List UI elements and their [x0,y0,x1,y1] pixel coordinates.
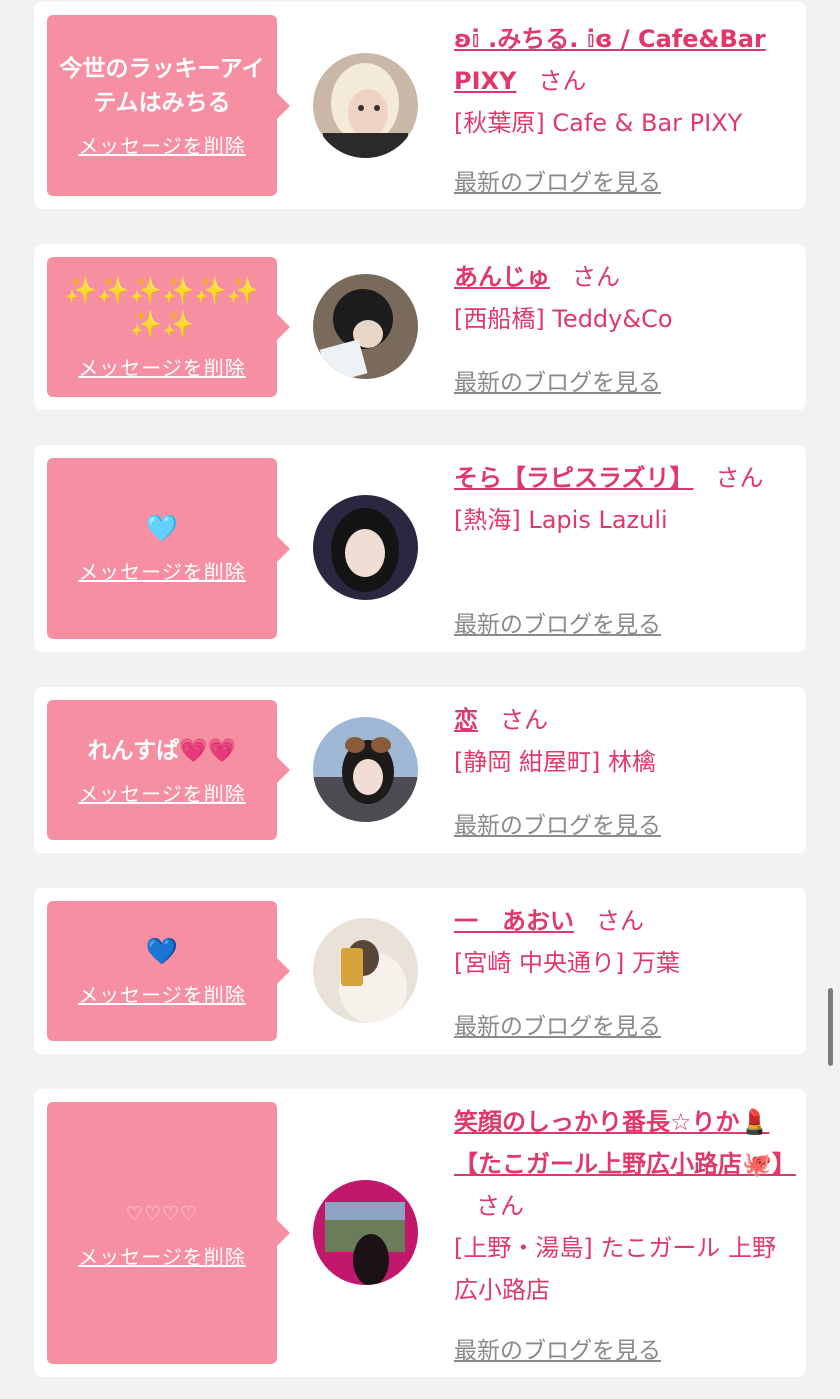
honorific: さん [596,907,644,935]
cast-name-link[interactable]: 笑顔のしっかり番長☆りか💄【たこガール上野広小路店🐙】 [454,1108,796,1178]
cast-info: ʚ𝕚 .みちる. 𝕚ɞ / Cafe&Bar PIXY さん [秋葉原] Cafe… [454,18,790,196]
shop-label: [秋葉原] Cafe & Bar PIXY [454,109,743,137]
shop-label: [静岡 紺屋町] 林檎 [454,748,656,776]
delete-message-link[interactable]: メッセージを削除 [78,979,246,1008]
cast-name-link[interactable]: 恋 [454,706,478,734]
delete-message-link[interactable]: メッセージを削除 [78,556,246,585]
cast-name-link[interactable]: あんじゅ [454,263,550,291]
message-text: ✨✨✨✨✨✨✨✨ [64,275,260,340]
avatar[interactable] [313,53,418,158]
honorific: さん [538,67,587,95]
avatar[interactable] [313,918,418,1023]
message-bubble: 💙 メッセージを削除 [47,901,290,1041]
shop-label: [宮崎 中央通り] 万葉 [454,949,680,977]
honorific: さん [500,706,548,734]
avatar[interactable] [313,717,418,822]
message-bubble: 🩵 メッセージを削除 [47,458,290,639]
avatar[interactable] [313,1180,418,1285]
favorite-card: ♡♡♡♡ メッセージを削除 笑顔のしっかり番長☆りか💄【たこガール上野広小路店🐙… [34,1089,806,1377]
shop-label: [西船橋] Teddy&Co [454,305,673,333]
message-text: 🩵 [145,514,179,544]
favorite-card: ✨✨✨✨✨✨✨✨ メッセージを削除 あんじゅ さん [西船橋] Teddy&Co … [34,244,806,410]
delete-message-link[interactable]: メッセージを削除 [78,1241,246,1270]
message-text: 今世のラッキーアイテムはみちる [59,56,265,116]
message-bubble: ♡♡♡♡ メッセージを削除 [47,1102,290,1364]
cast-info: あんじゅ さん [西船橋] Teddy&Co 最新のブログを見る [454,256,790,396]
cast-info: 一 あおい さん [宮崎 中央通り] 万葉 最新のブログを見る [454,900,790,1040]
cast-info: 笑顔のしっかり番長☆りか💄【たこガール上野広小路店🐙】さん [上野・湯島] たこ… [454,1101,796,1364]
honorific: さん [572,263,620,291]
cast-info: そら【ラピスラズリ】 さん [熱海] Lapis Lazuli 最新のブログを見る [454,457,790,638]
cast-name-link[interactable]: 一 あおい [454,907,574,935]
latest-blog-link[interactable]: 最新のブログを見る [454,1007,661,1041]
message-bubble: 今世のラッキーアイテムはみちる メッセージを削除 [47,15,290,196]
latest-blog-link[interactable]: 最新のブログを見る [454,163,661,197]
cast-info: 恋さん [静岡 紺屋町] 林檎 最新のブログを見る [454,699,790,839]
shop-label: [上野・湯島] たこガール 上野広小路店 [454,1234,776,1304]
delete-message-link[interactable]: メッセージを削除 [78,778,246,807]
latest-blog-link[interactable]: 最新のブログを見る [454,1331,661,1365]
favorite-card: れんすぱ💗💗 メッセージを削除 恋さん [静岡 紺屋町] 林檎 最新のブログを見… [34,687,806,853]
favorite-card: 🩵 メッセージを削除 そら【ラピスラズリ】 さん [熱海] Lapis Lazul… [34,445,806,652]
scrollbar-thumb[interactable] [828,988,833,1066]
avatar[interactable] [313,274,418,379]
avatar[interactable] [313,495,418,600]
honorific: さん [715,464,764,492]
delete-message-link[interactable]: メッセージを削除 [78,130,246,159]
delete-message-link[interactable]: メッセージを削除 [78,352,246,381]
message-text: れんすぱ💗💗 [87,737,237,764]
cast-name-link[interactable]: そら【ラピスラズリ】 [454,464,694,492]
message-bubble: ✨✨✨✨✨✨✨✨ メッセージを削除 [47,257,290,397]
message-text: 💙 [145,936,179,967]
shop-label: [熱海] Lapis Lazuli [454,506,668,534]
latest-blog-link[interactable]: 最新のブログを見る [454,605,661,639]
message-text: ♡♡♡♡ [125,1202,199,1225]
message-bubble: れんすぱ💗💗 メッセージを削除 [47,700,290,840]
favorite-card: 今世のラッキーアイテムはみちる メッセージを削除 ʚ𝕚 .みちる. 𝕚ɞ / C… [34,2,806,209]
cast-name-link[interactable]: ʚ𝕚 .みちる. 𝕚ɞ / Cafe&Bar PIXY [454,25,766,95]
latest-blog-link[interactable]: 最新のブログを見る [454,363,661,397]
favorite-card: 💙 メッセージを削除 一 あおい さん [宮崎 中央通り] 万葉 最新のブログを見… [34,888,806,1054]
latest-blog-link[interactable]: 最新のブログを見る [454,806,661,840]
honorific: さん [476,1192,524,1220]
